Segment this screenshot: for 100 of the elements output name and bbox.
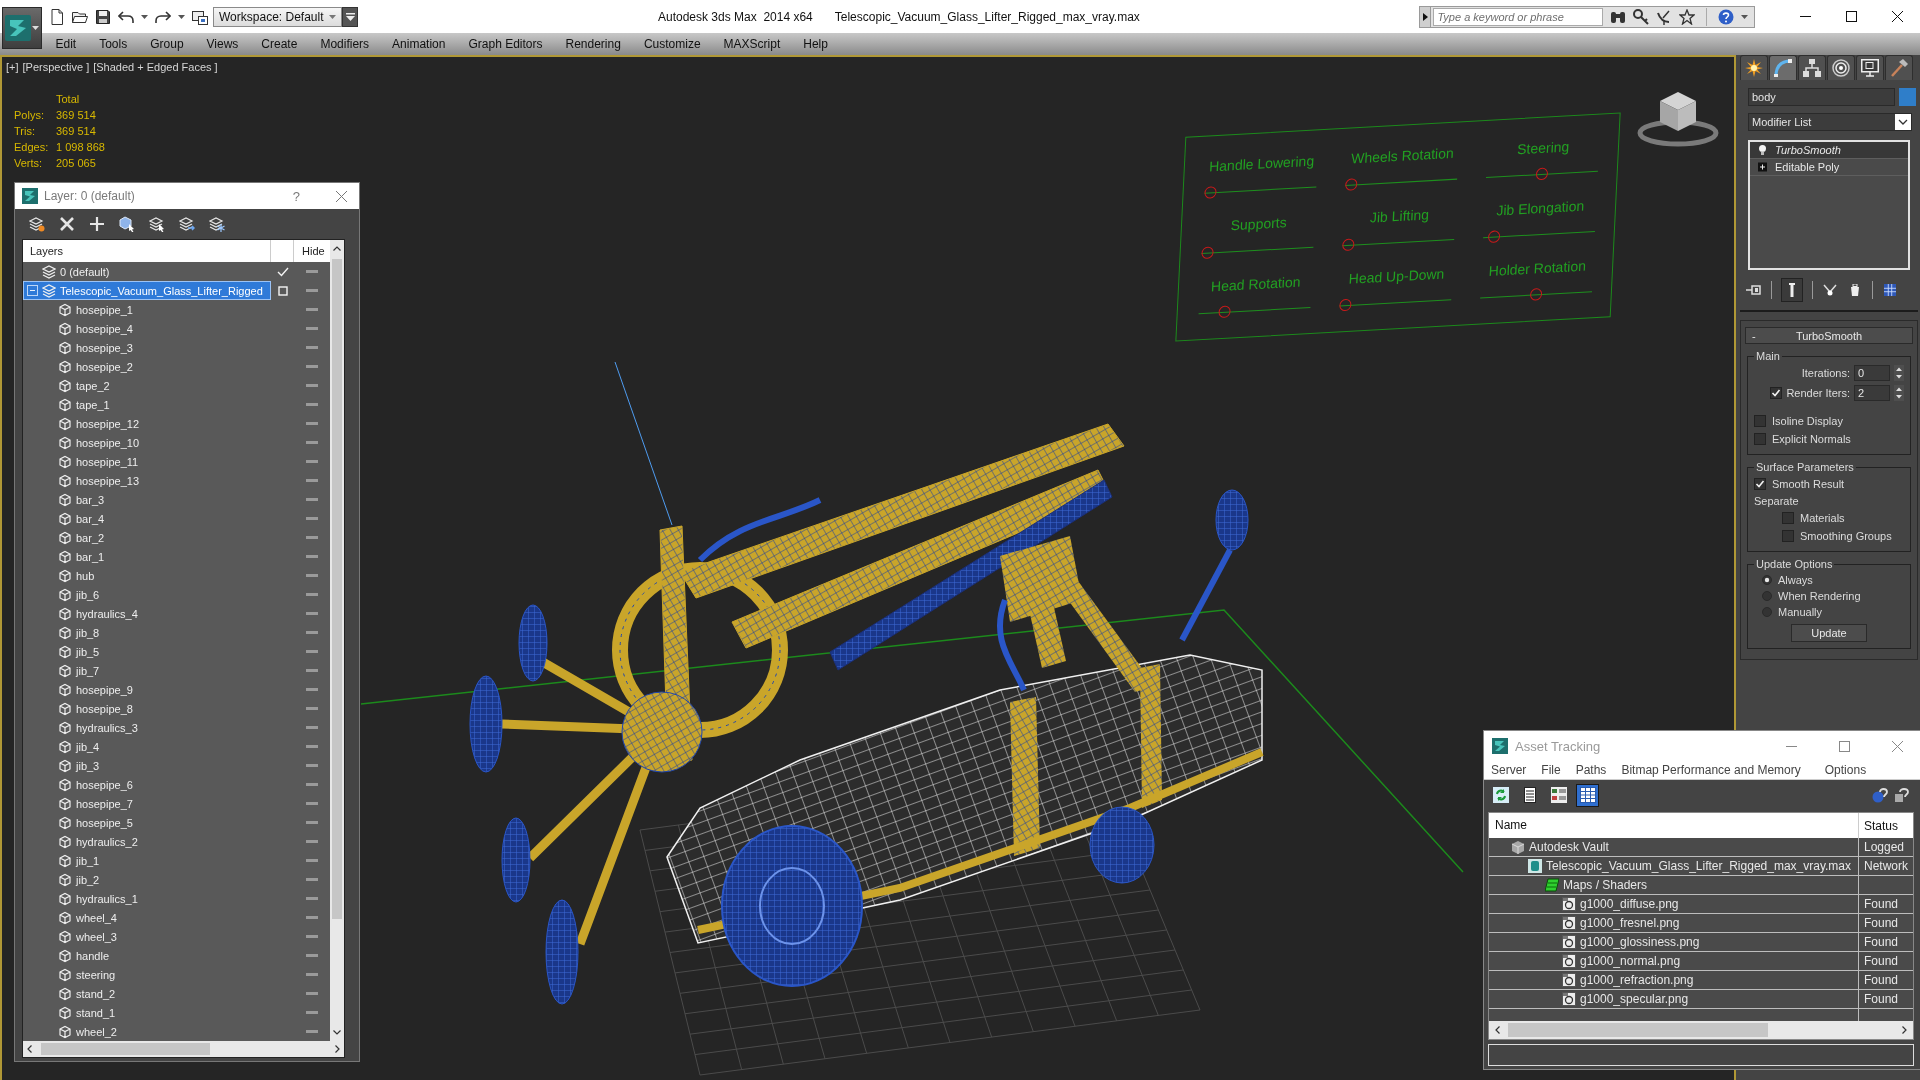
layer-item[interactable]: wheel_3	[23, 927, 271, 946]
save-icon[interactable]	[95, 8, 111, 25]
layer-item[interactable]: tape_2	[23, 376, 271, 395]
panel-tab[interactable]	[1856, 55, 1884, 80]
asset-tree-item[interactable]: Maps / Shaders	[1489, 876, 1859, 894]
layer-item[interactable]: hosepipe_5	[23, 813, 271, 832]
menu-item[interactable]: MAXScript	[712, 33, 792, 55]
modifier-list-dropdown[interactable]: Modifier List	[1748, 113, 1912, 131]
layer-item[interactable]: stand_1	[23, 1003, 271, 1022]
layer-item[interactable]: hosepipe_6	[23, 775, 271, 794]
layer-item[interactable]: hydraulics_3	[23, 718, 271, 737]
undo-icon[interactable]	[118, 8, 134, 25]
caret-icon[interactable]	[178, 14, 185, 19]
expand-icon[interactable]	[1758, 162, 1767, 172]
rollout-header[interactable]: - TurboSmooth	[1745, 327, 1913, 344]
scrollbar-thumb[interactable]	[41, 1043, 210, 1055]
layer-item[interactable]: hosepipe_4	[23, 319, 271, 338]
help-button[interactable]: ?	[288, 188, 304, 204]
layer-item[interactable]: jib_6	[23, 585, 271, 604]
layer-item[interactable]: hydraulics_2	[23, 832, 271, 851]
radio-button[interactable]	[1762, 575, 1772, 585]
layer-item[interactable]: hosepipe_13	[23, 471, 271, 490]
show-end-result-button[interactable]	[1781, 278, 1803, 302]
delete-icon[interactable]	[59, 216, 75, 232]
menu-item[interactable]: Paths	[1569, 763, 1613, 777]
layer-item[interactable]: hydraulics_4	[23, 604, 271, 623]
asset-tree-item[interactable]: g1000_glossiness.png	[1489, 933, 1859, 951]
horizontal-scrollbar[interactable]	[1489, 1021, 1913, 1039]
layer-item[interactable]: hosepipe_1	[23, 300, 271, 319]
panel-tab[interactable]	[1798, 55, 1826, 80]
column-header[interactable]: Layers	[23, 240, 271, 262]
layer-item[interactable]: hub	[23, 566, 271, 585]
asset-tree-item[interactable]: g1000_refraction.png	[1489, 971, 1859, 989]
layer-item[interactable]: jib_8	[23, 623, 271, 642]
chevron-left-icon[interactable]	[1495, 1026, 1500, 1034]
asset-tree-item[interactable]: g1000_fresnel.png	[1489, 914, 1859, 932]
layer-item[interactable]: hosepipe_3	[23, 338, 271, 357]
layer-item[interactable]: hosepipe_12	[23, 414, 271, 433]
stack-item[interactable]: TurboSmooth	[1750, 142, 1908, 159]
layer-item[interactable]: hosepipe_8	[23, 699, 271, 718]
checkbox[interactable]	[1770, 387, 1783, 399]
chevron-right-icon[interactable]	[1902, 1026, 1907, 1034]
scrollbar-thumb[interactable]	[1508, 1023, 1768, 1037]
new-layer-icon[interactable]	[29, 216, 45, 232]
menu-item[interactable]: Graph Editors	[456, 33, 554, 55]
layer-item[interactable]: jib_2	[23, 870, 271, 889]
layer-item[interactable]: hosepipe_7	[23, 794, 271, 813]
stack-item[interactable]: Editable Poly	[1750, 159, 1908, 176]
checkbox[interactable]	[1782, 512, 1794, 524]
layer-item[interactable]: hosepipe_9	[23, 680, 271, 699]
checkbox[interactable]	[1782, 530, 1794, 542]
layer-item[interactable]: jib_5	[23, 642, 271, 661]
search-field[interactable]: Type a keyword or phrase	[1433, 7, 1604, 26]
vertical-scrollbar[interactable]	[330, 240, 344, 1041]
checkbox[interactable]	[1754, 433, 1766, 445]
redo-icon[interactable]	[155, 8, 171, 25]
select-layer-icon[interactable]	[149, 216, 165, 232]
asset-tree-item[interactable]: Autodesk Vault	[1489, 838, 1859, 856]
asset-tree-item[interactable]: g1000_specular.png	[1489, 990, 1859, 1008]
star-icon[interactable]	[1679, 8, 1696, 25]
menu-item[interactable]: Customize	[632, 33, 713, 55]
checkbox[interactable]	[1754, 478, 1766, 490]
key-icon[interactable]	[1633, 8, 1650, 25]
collapse-icon[interactable]	[27, 285, 38, 296]
expand-button[interactable]	[1420, 6, 1432, 27]
radio-button[interactable]	[1762, 607, 1772, 617]
layer-item[interactable]: hosepipe_10	[23, 433, 271, 452]
menu-item[interactable]: File	[1535, 763, 1567, 777]
menu-item[interactable]: Animation	[380, 33, 457, 55]
fork-icon[interactable]	[1822, 284, 1838, 296]
layer-item[interactable]: wheel_4	[23, 908, 271, 927]
toolbar-dropdown-button[interactable]	[342, 6, 358, 27]
asset-tree-item[interactable]: g1000_normal.png	[1489, 952, 1859, 970]
layer-item[interactable]: hosepipe_2	[23, 357, 271, 376]
chevron-down-icon[interactable]	[333, 1030, 341, 1035]
menu-item[interactable]: Tools	[87, 33, 139, 55]
panel-tab[interactable]	[1885, 55, 1913, 80]
layer-item[interactable]: bar_3	[23, 490, 271, 509]
panel-tab[interactable]	[1769, 55, 1797, 80]
grid-settings-icon[interactable]	[1882, 284, 1898, 296]
viewport-menu-label[interactable]: [Perspective ]	[22, 61, 90, 73]
column-header[interactable]: Name	[1489, 813, 1859, 838]
app-menu-button[interactable]	[2, 7, 42, 49]
chevron-left-icon[interactable]	[27, 1045, 32, 1053]
number-field[interactable]: 2	[1854, 385, 1890, 401]
chevron-right-icon[interactable]	[335, 1045, 340, 1053]
panel-tab[interactable]	[1740, 55, 1768, 80]
satellite-dish-icon[interactable]	[1656, 8, 1673, 25]
spinner-arrows-icon[interactable]	[1894, 365, 1904, 381]
viewport-menu-label[interactable]: [Shaded + Edged Faces ]	[93, 61, 218, 73]
menu-item[interactable]: Options	[1818, 763, 1873, 777]
menu-item[interactable]: Bitmap Performance and Memory	[1615, 763, 1807, 777]
box-icon[interactable]	[277, 285, 288, 296]
toolbar-button[interactable]	[1576, 783, 1599, 807]
layer-item[interactable]: hydraulics_1	[23, 889, 271, 908]
layer-item[interactable]: wheel_2	[23, 1022, 271, 1041]
layer-item[interactable]: jib_1	[23, 851, 271, 870]
select-objects-icon[interactable]	[119, 216, 135, 232]
new-file-icon[interactable]	[49, 8, 65, 25]
menu-item[interactable]: Edit	[44, 33, 88, 55]
